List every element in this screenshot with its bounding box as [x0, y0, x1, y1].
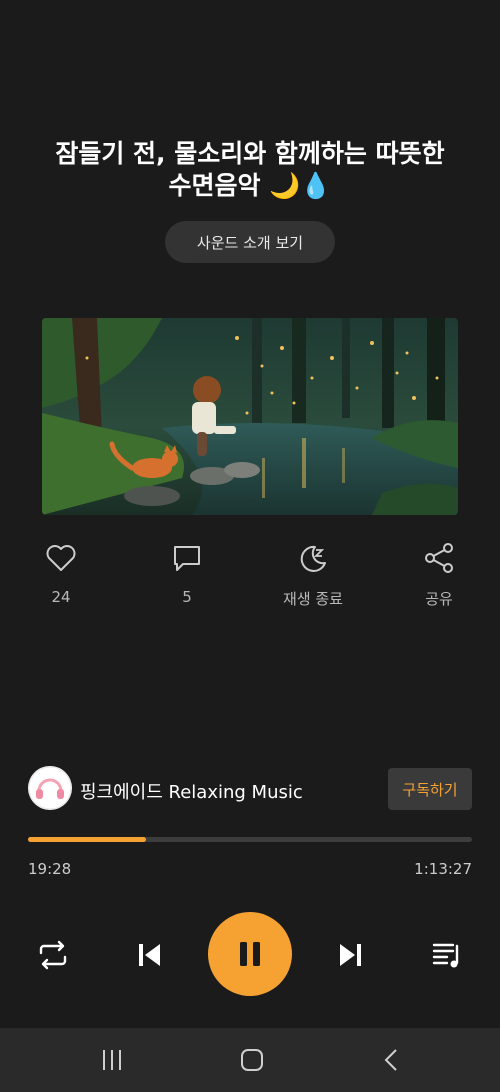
share-icon — [425, 543, 453, 573]
home-icon — [241, 1049, 263, 1071]
forest-pond-illustration — [42, 318, 458, 515]
progress-fill — [28, 837, 146, 842]
channel-avatar[interactable] — [28, 766, 72, 810]
pause-button[interactable] — [208, 912, 292, 996]
heart-icon — [46, 545, 76, 571]
back-icon — [384, 1049, 397, 1071]
repeat-button[interactable] — [32, 934, 74, 976]
progress-bar[interactable] — [28, 837, 472, 842]
sound-intro-button[interactable]: 사운드 소개 보기 — [165, 221, 335, 263]
recent-apps-button[interactable] — [92, 1044, 132, 1076]
repeat-icon — [39, 940, 67, 970]
next-icon — [340, 944, 361, 966]
home-button[interactable] — [232, 1044, 272, 1076]
playlist-icon — [432, 943, 459, 968]
back-button[interactable] — [372, 1044, 412, 1076]
share-action[interactable]: 공유 — [389, 540, 489, 609]
next-button[interactable] — [330, 934, 372, 976]
player-screen: 잠들기 전, 물소리와 함께하는 따뜻한 수면음악 🌙💧 사운드 소개 보기 2… — [0, 0, 500, 1092]
album-artwork — [42, 318, 458, 515]
like-action[interactable]: 24 — [11, 540, 111, 606]
total-time: 1:13:27 — [414, 860, 472, 878]
recent-apps-icon — [103, 1050, 121, 1070]
previous-icon — [139, 944, 160, 966]
comment-count: 5 — [182, 588, 192, 606]
track-title: 잠들기 전, 물소리와 함께하는 따뜻한 수면음악 🌙💧 — [20, 138, 480, 202]
sleep-timer-action[interactable]: 재생 종료 — [263, 540, 363, 609]
sleep-timer-label: 재생 종료 — [283, 590, 343, 608]
track-title-line1: 잠들기 전, 물소리와 함께하는 따뜻한 — [55, 139, 445, 168]
comment-action[interactable]: 5 — [137, 540, 237, 606]
headphones-logo-icon — [28, 766, 72, 810]
track-title-line2: 수면음악 🌙💧 — [168, 171, 332, 200]
subscribe-button[interactable]: 구독하기 — [388, 768, 472, 810]
playback-controls — [0, 910, 500, 1000]
sleep-timer-icon — [300, 545, 326, 572]
current-time: 19:28 — [28, 860, 72, 878]
channel-row: 핑크에이드 Relaxing Music 구독하기 — [28, 766, 472, 812]
comment-icon — [174, 546, 200, 571]
action-bar: 24 5 재생 종료 공유 — [0, 540, 500, 620]
pause-icon — [240, 942, 260, 966]
system-navigation-bar — [0, 1028, 500, 1092]
playlist-button[interactable] — [426, 934, 468, 976]
previous-button[interactable] — [128, 934, 170, 976]
like-count: 24 — [51, 588, 71, 606]
channel-name[interactable]: 핑크에이드 Relaxing Music — [80, 778, 303, 804]
share-label: 공유 — [425, 590, 453, 608]
